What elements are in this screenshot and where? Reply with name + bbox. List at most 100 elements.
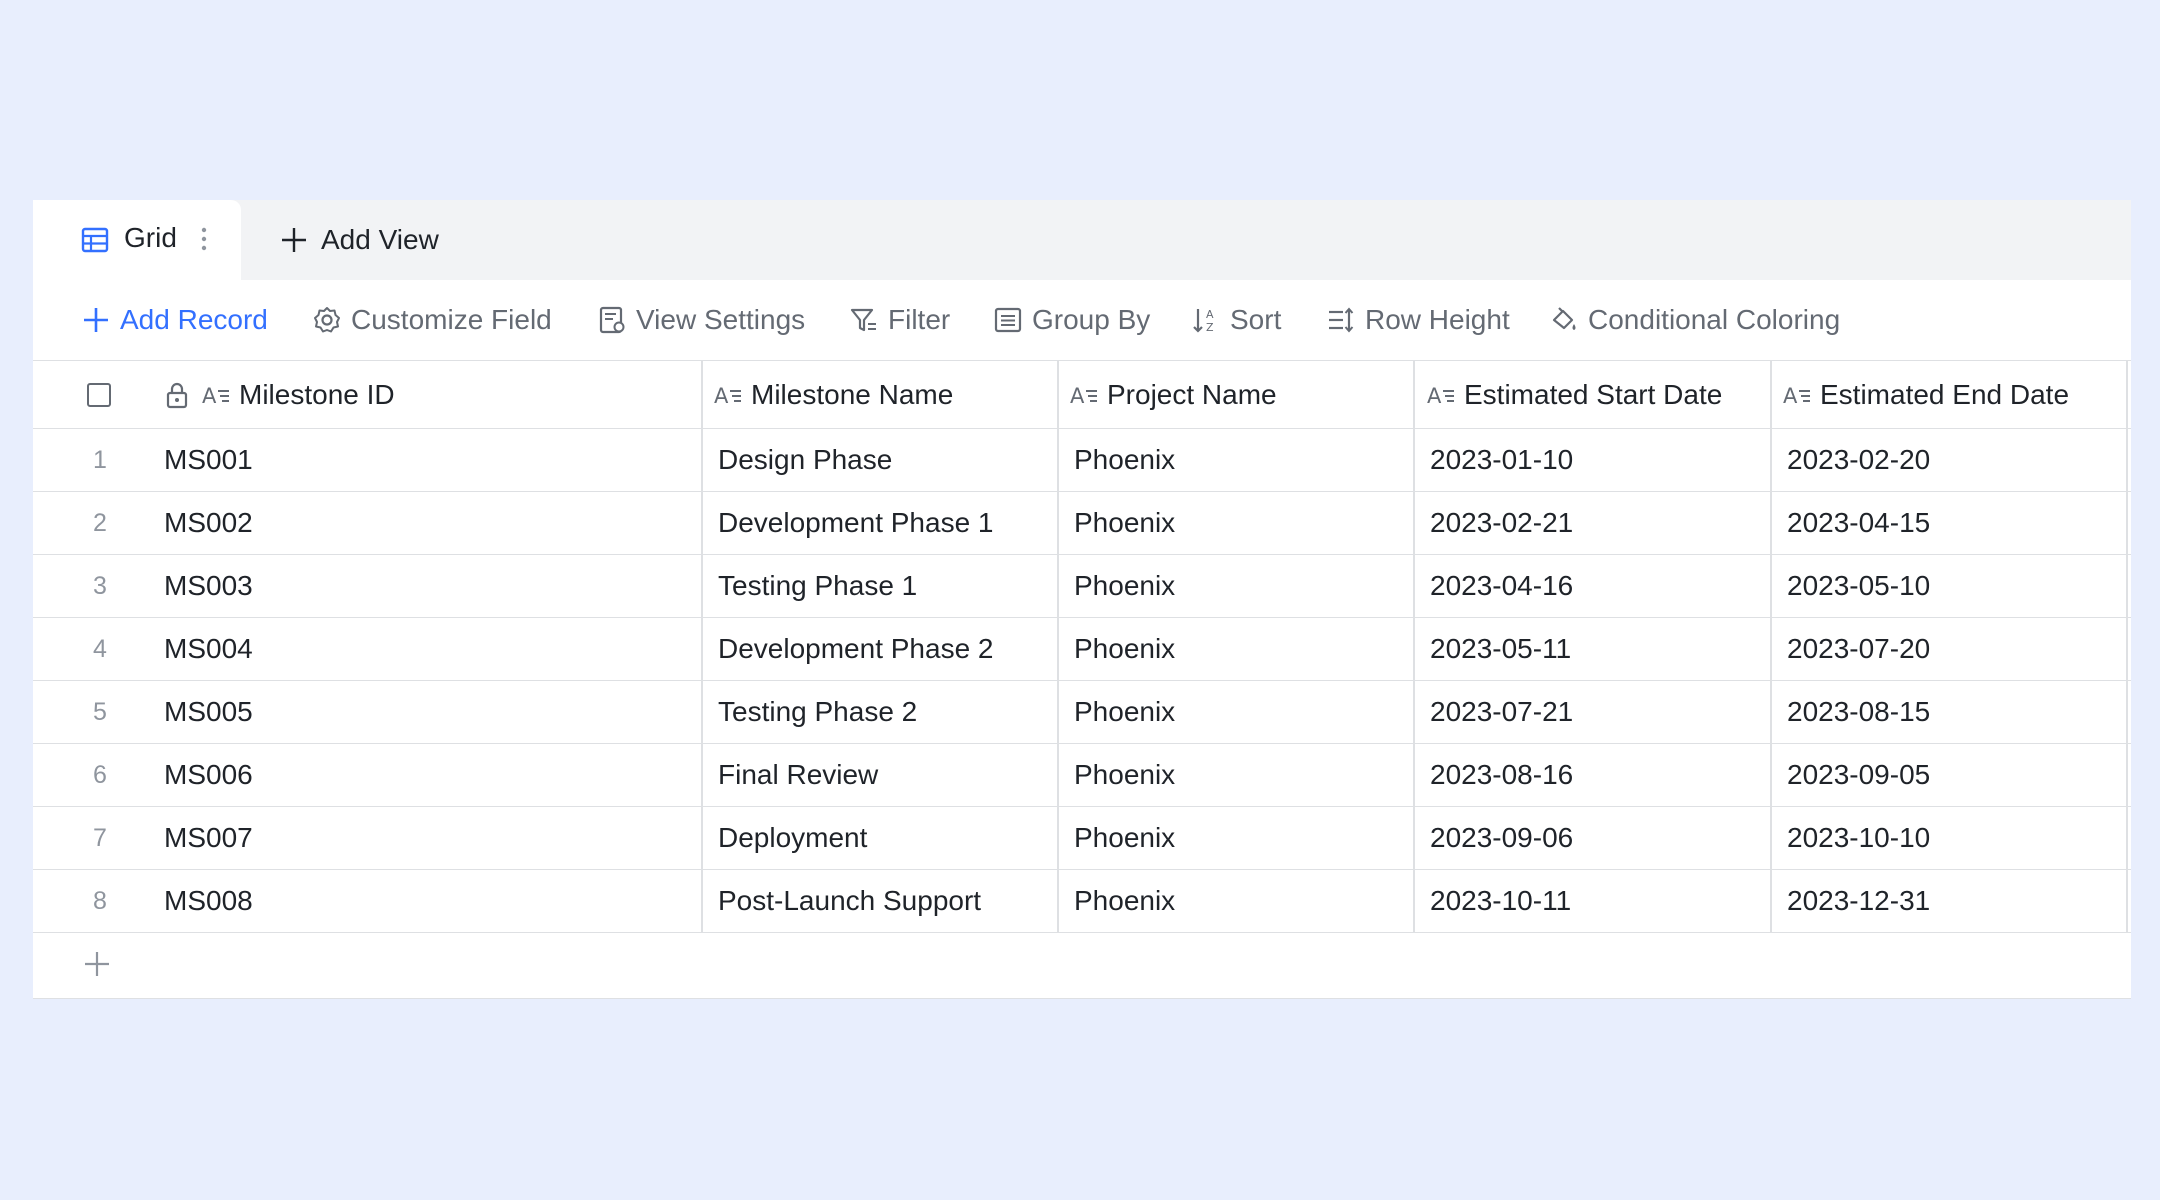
cell-estimated-start-date[interactable]: 2023-05-11 <box>1430 618 1571 680</box>
cell-milestone-name[interactable]: Development Phase 1 <box>718 492 994 554</box>
column-divider <box>2126 870 2128 932</box>
column-divider <box>1770 492 1772 554</box>
column-divider <box>701 744 703 806</box>
column-divider[interactable] <box>1057 361 1059 428</box>
table-row[interactable]: 1 MS001 Design Phase Phoenix 2023-01-10 … <box>33 428 2131 491</box>
cell-milestone-id[interactable]: MS003 <box>164 555 253 617</box>
cell-milestone-name[interactable]: Design Phase <box>718 429 892 491</box>
column-divider <box>1057 807 1059 869</box>
cell-estimated-start-date[interactable]: 2023-07-21 <box>1430 681 1573 743</box>
select-all-checkbox[interactable] <box>87 383 111 407</box>
view-settings-button[interactable]: View Settings <box>597 302 805 338</box>
cell-estimated-end-date[interactable]: 2023-09-05 <box>1787 744 1930 806</box>
column-divider <box>1413 429 1415 491</box>
cell-estimated-end-date[interactable]: 2023-04-15 <box>1787 492 1930 554</box>
column-divider <box>2126 429 2128 491</box>
cell-estimated-start-date[interactable]: 2023-04-16 <box>1430 555 1573 617</box>
cell-estimated-end-date[interactable]: 2023-05-10 <box>1787 555 1930 617</box>
cell-project-name[interactable]: Phoenix <box>1074 807 1175 869</box>
cell-milestone-name[interactable]: Development Phase 2 <box>718 618 994 680</box>
cell-milestone-id[interactable]: MS001 <box>164 429 253 491</box>
column-header-estimated-start-date[interactable]: A Estimated Start Date <box>1426 361 1722 428</box>
group-by-label: Group By <box>1032 304 1151 335</box>
sort-button[interactable]: A Z Sort <box>1191 302 1281 338</box>
column-divider[interactable] <box>1770 361 1772 428</box>
column-divider <box>1770 555 1772 617</box>
row-number: 7 <box>93 823 107 852</box>
cell-milestone-id[interactable]: MS002 <box>164 492 253 554</box>
tab-grid[interactable]: Grid <box>33 200 241 280</box>
cell-milestone-id[interactable]: MS004 <box>164 618 253 680</box>
row-number: 4 <box>93 634 107 663</box>
column-divider <box>1413 681 1415 743</box>
cell-project-name[interactable]: Phoenix <box>1074 492 1175 554</box>
cell-estimated-start-date[interactable]: 2023-09-06 <box>1430 807 1573 869</box>
column-header-milestone-name[interactable]: A Milestone Name <box>713 361 953 428</box>
column-header-project-name[interactable]: A Project Name <box>1069 361 1277 428</box>
cell-project-name[interactable]: Phoenix <box>1074 870 1175 932</box>
cell-milestone-name[interactable]: Deployment <box>718 807 867 869</box>
view-tab-bar: Grid Add View <box>33 200 2131 280</box>
vertical-dots-icon[interactable] <box>199 224 209 254</box>
cell-estimated-end-date[interactable]: 2023-12-31 <box>1787 870 1930 932</box>
cell-estimated-end-date[interactable]: 2023-02-20 <box>1787 429 1930 491</box>
column-divider <box>2126 618 2128 680</box>
cell-project-name[interactable]: Phoenix <box>1074 618 1175 680</box>
cell-project-name[interactable]: Phoenix <box>1074 681 1175 743</box>
column-divider <box>1057 681 1059 743</box>
svg-text:A: A <box>202 384 217 408</box>
cell-milestone-name[interactable]: Post-Launch Support <box>718 870 981 932</box>
group-by-button[interactable]: Group By <box>993 302 1150 338</box>
filter-button[interactable]: Filter <box>849 302 950 338</box>
row-number: 5 <box>93 697 107 726</box>
column-divider[interactable] <box>2126 361 2128 428</box>
column-header-label: Estimated Start Date <box>1464 378 1723 410</box>
grid-table-icon <box>81 227 109 253</box>
column-header-estimated-end-date[interactable]: A Estimated End Date <box>1782 361 2069 428</box>
cell-milestone-name[interactable]: Final Review <box>718 744 878 806</box>
column-header-milestone-id[interactable]: A Milestone ID <box>201 361 395 428</box>
table-row[interactable]: 3 MS003 Testing Phase 1 Phoenix 2023-04-… <box>33 554 2131 617</box>
cell-milestone-name[interactable]: Testing Phase 2 <box>718 681 917 743</box>
cell-project-name[interactable]: Phoenix <box>1074 744 1175 806</box>
svg-text:A: A <box>714 384 729 408</box>
cell-estimated-end-date[interactable]: 2023-10-10 <box>1787 807 1930 869</box>
cell-milestone-name[interactable]: Testing Phase 1 <box>718 555 917 617</box>
cell-estimated-start-date[interactable]: 2023-02-21 <box>1430 492 1573 554</box>
column-divider <box>1413 807 1415 869</box>
cell-milestone-id[interactable]: MS006 <box>164 744 253 806</box>
cell-estimated-end-date[interactable]: 2023-08-15 <box>1787 681 1930 743</box>
cell-estimated-start-date[interactable]: 2023-08-16 <box>1430 744 1573 806</box>
row-height-icon <box>1329 307 1354 333</box>
column-divider[interactable] <box>701 361 703 428</box>
cell-project-name[interactable]: Phoenix <box>1074 429 1175 491</box>
table-row[interactable]: 4 MS004 Development Phase 2 Phoenix 2023… <box>33 617 2131 680</box>
cell-milestone-id[interactable]: MS008 <box>164 870 253 932</box>
row-height-button[interactable]: Row Height <box>1326 302 1510 338</box>
add-row-button[interactable] <box>33 932 2131 995</box>
cell-milestone-id[interactable]: MS005 <box>164 681 253 743</box>
add-view-button[interactable]: Add View <box>279 200 439 280</box>
column-divider <box>1770 429 1772 491</box>
conditional-coloring-button[interactable]: Conditional Coloring <box>1549 302 1840 338</box>
table-row[interactable]: 2 MS002 Development Phase 1 Phoenix 2023… <box>33 491 2131 554</box>
table-row[interactable]: 7 MS007 Deployment Phoenix 2023-09-06 20… <box>33 806 2131 869</box>
column-divider <box>1057 744 1059 806</box>
table-row[interactable]: 6 MS006 Final Review Phoenix 2023-08-16 … <box>33 743 2131 806</box>
cell-project-name[interactable]: Phoenix <box>1074 555 1175 617</box>
cell-estimated-start-date[interactable]: 2023-10-11 <box>1430 870 1571 932</box>
column-divider <box>1770 744 1772 806</box>
cell-estimated-start-date[interactable]: 2023-01-10 <box>1430 429 1573 491</box>
table-row[interactable]: 5 MS005 Testing Phase 2 Phoenix 2023-07-… <box>33 680 2131 743</box>
add-record-button[interactable]: Add Record <box>81 302 268 338</box>
text-field-icon: A <box>714 384 741 408</box>
row-number: 1 <box>93 445 107 474</box>
column-divider <box>1057 429 1059 491</box>
table-row[interactable]: 8 MS008 Post-Launch Support Phoenix 2023… <box>33 869 2131 932</box>
column-divider <box>1770 681 1772 743</box>
customize-field-button[interactable]: Customize Field <box>312 302 552 338</box>
column-divider[interactable] <box>1413 361 1415 428</box>
cell-estimated-end-date[interactable]: 2023-07-20 <box>1787 618 1930 680</box>
cell-milestone-id[interactable]: MS007 <box>164 807 253 869</box>
view-settings-label: View Settings <box>636 304 806 335</box>
